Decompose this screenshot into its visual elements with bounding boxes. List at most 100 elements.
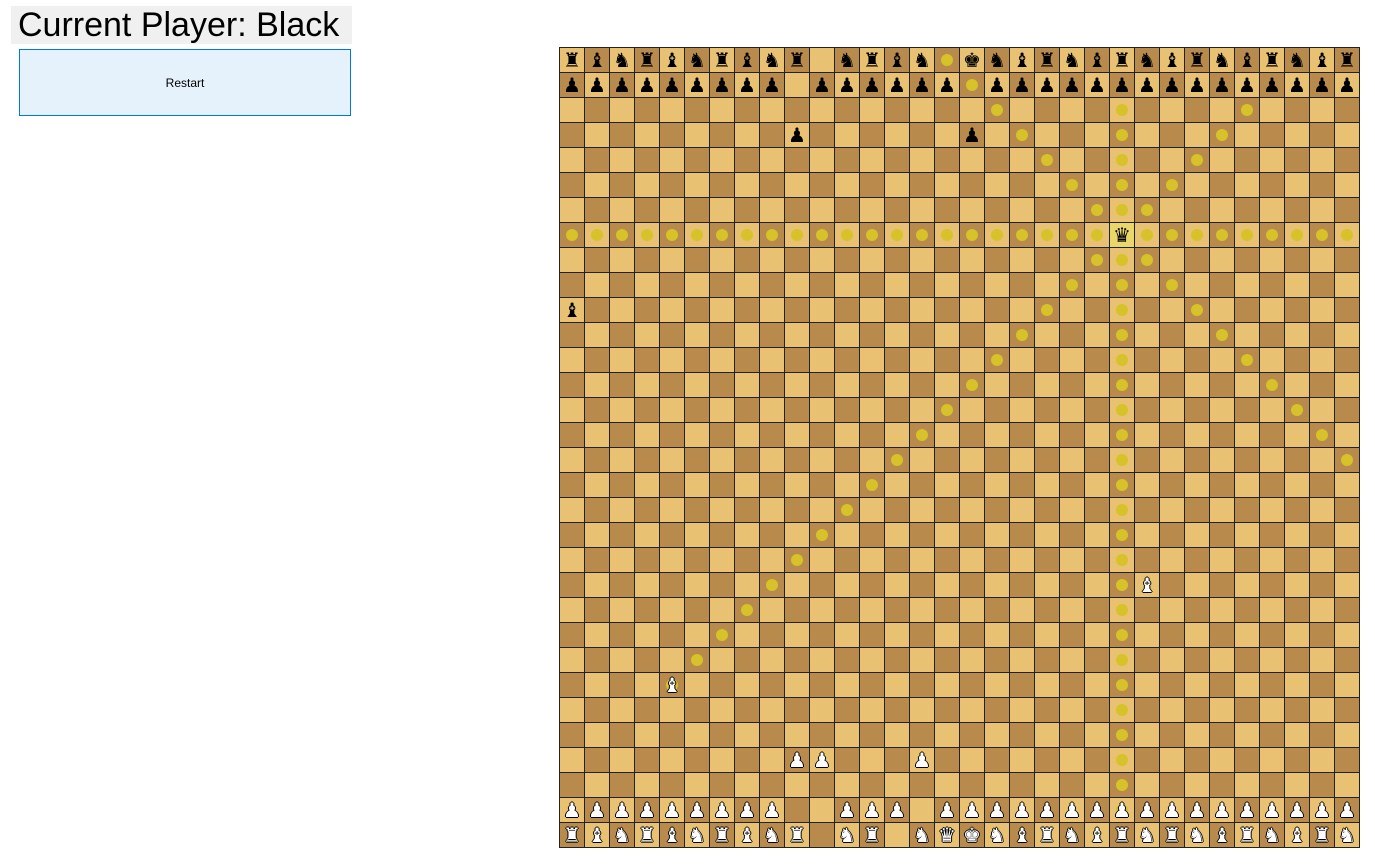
board-square[interactable] <box>834 397 860 423</box>
board-square[interactable] <box>709 172 735 198</box>
board-square[interactable] <box>909 497 935 523</box>
board-square[interactable] <box>734 697 760 723</box>
board-square[interactable]: ♟ <box>1134 797 1160 823</box>
board-square[interactable] <box>559 272 585 298</box>
board-square[interactable] <box>684 547 710 573</box>
board-square[interactable] <box>884 247 910 273</box>
board-square[interactable] <box>609 597 635 623</box>
board-square[interactable] <box>1284 372 1310 398</box>
board-square[interactable]: ♞ <box>909 47 935 73</box>
white-pawn-piece[interactable]: ♟ <box>613 798 631 822</box>
white-pawn-piece[interactable]: ♟ <box>1263 798 1281 822</box>
white-pawn-piece[interactable]: ♟ <box>938 798 956 822</box>
board-square[interactable] <box>559 172 585 198</box>
board-square[interactable] <box>1134 672 1160 698</box>
board-square[interactable] <box>1259 547 1285 573</box>
board-square[interactable]: ♜ <box>1109 822 1135 848</box>
board-square[interactable] <box>1184 347 1210 373</box>
board-square[interactable]: ♟ <box>1084 797 1110 823</box>
board-square[interactable] <box>1209 722 1235 748</box>
board-square[interactable] <box>1184 597 1210 623</box>
board-square[interactable] <box>1184 372 1210 398</box>
board-square[interactable] <box>784 72 810 98</box>
board-square[interactable] <box>1059 97 1085 123</box>
board-square[interactable] <box>1309 147 1335 173</box>
board-square[interactable] <box>734 447 760 473</box>
board-square[interactable] <box>634 347 660 373</box>
board-square[interactable]: ♜ <box>1309 822 1335 848</box>
black-bishop-piece[interactable]: ♝ <box>1313 48 1331 72</box>
board-square[interactable] <box>984 347 1010 373</box>
board-square[interactable] <box>909 547 935 573</box>
board-square[interactable] <box>559 647 585 673</box>
board-square[interactable] <box>609 622 635 648</box>
board-square[interactable] <box>684 422 710 448</box>
board-square[interactable] <box>1284 97 1310 123</box>
black-pawn-piece[interactable]: ♟ <box>1038 73 1056 97</box>
board-square[interactable]: ♞ <box>1209 47 1235 73</box>
board-square[interactable] <box>1034 247 1060 273</box>
board-square[interactable] <box>559 447 585 473</box>
board-square[interactable] <box>934 97 960 123</box>
board-square[interactable] <box>634 297 660 323</box>
board-square[interactable] <box>884 97 910 123</box>
board-square[interactable]: ♞ <box>834 822 860 848</box>
board-square[interactable] <box>834 672 860 698</box>
board-square[interactable] <box>1234 372 1260 398</box>
board-square[interactable] <box>1059 197 1085 223</box>
board-square[interactable] <box>684 97 710 123</box>
board-square[interactable] <box>1209 347 1235 373</box>
board-square[interactable] <box>584 122 610 148</box>
black-rook-piece[interactable]: ♜ <box>563 48 581 72</box>
board-square[interactable]: ♟ <box>959 797 985 823</box>
board-square[interactable] <box>759 722 785 748</box>
board-square[interactable] <box>1109 272 1135 298</box>
board-square[interactable] <box>1109 147 1135 173</box>
board-square[interactable] <box>884 397 910 423</box>
board-square[interactable] <box>734 647 760 673</box>
board-square[interactable] <box>734 722 760 748</box>
black-pawn-piece[interactable]: ♟ <box>813 73 831 97</box>
board-square[interactable] <box>684 172 710 198</box>
board-square[interactable]: ♟ <box>1059 72 1085 98</box>
board-square[interactable] <box>684 322 710 348</box>
board-square[interactable] <box>984 622 1010 648</box>
board-square[interactable]: ♟ <box>759 797 785 823</box>
board-square[interactable]: ♟ <box>909 72 935 98</box>
board-square[interactable] <box>1309 772 1335 798</box>
board-square[interactable] <box>1084 472 1110 498</box>
board-square[interactable] <box>934 622 960 648</box>
white-pawn-piece[interactable]: ♟ <box>1138 798 1156 822</box>
board-square[interactable] <box>559 722 585 748</box>
board-square[interactable] <box>1059 672 1085 698</box>
board-square[interactable] <box>609 497 635 523</box>
board-square[interactable] <box>584 722 610 748</box>
board-square[interactable] <box>1284 497 1310 523</box>
board-square[interactable] <box>1284 472 1310 498</box>
board-square[interactable] <box>784 272 810 298</box>
white-rook-piece[interactable]: ♜ <box>713 823 731 847</box>
board-square[interactable]: ♞ <box>1059 822 1085 848</box>
board-square[interactable]: ♟ <box>1084 72 1110 98</box>
board-square[interactable] <box>1059 647 1085 673</box>
board-square[interactable] <box>1009 197 1035 223</box>
board-square[interactable] <box>909 197 935 223</box>
board-square[interactable] <box>634 422 660 448</box>
board-square[interactable] <box>809 297 835 323</box>
board-square[interactable]: ♟ <box>1284 797 1310 823</box>
board-square[interactable] <box>759 122 785 148</box>
board-square[interactable] <box>634 122 660 148</box>
board-square[interactable] <box>909 572 935 598</box>
board-square[interactable] <box>1134 497 1160 523</box>
board-square[interactable]: ♟ <box>1109 797 1135 823</box>
board-square[interactable] <box>859 722 885 748</box>
black-pawn-piece[interactable]: ♟ <box>988 73 1006 97</box>
board-square[interactable] <box>659 222 685 248</box>
board-square[interactable]: ♟ <box>959 122 985 148</box>
board-square[interactable] <box>1184 547 1210 573</box>
board-square[interactable] <box>1309 297 1335 323</box>
restart-button[interactable]: Restart <box>19 49 351 116</box>
board-square[interactable] <box>584 397 610 423</box>
board-square[interactable] <box>934 422 960 448</box>
board-square[interactable] <box>1109 772 1135 798</box>
